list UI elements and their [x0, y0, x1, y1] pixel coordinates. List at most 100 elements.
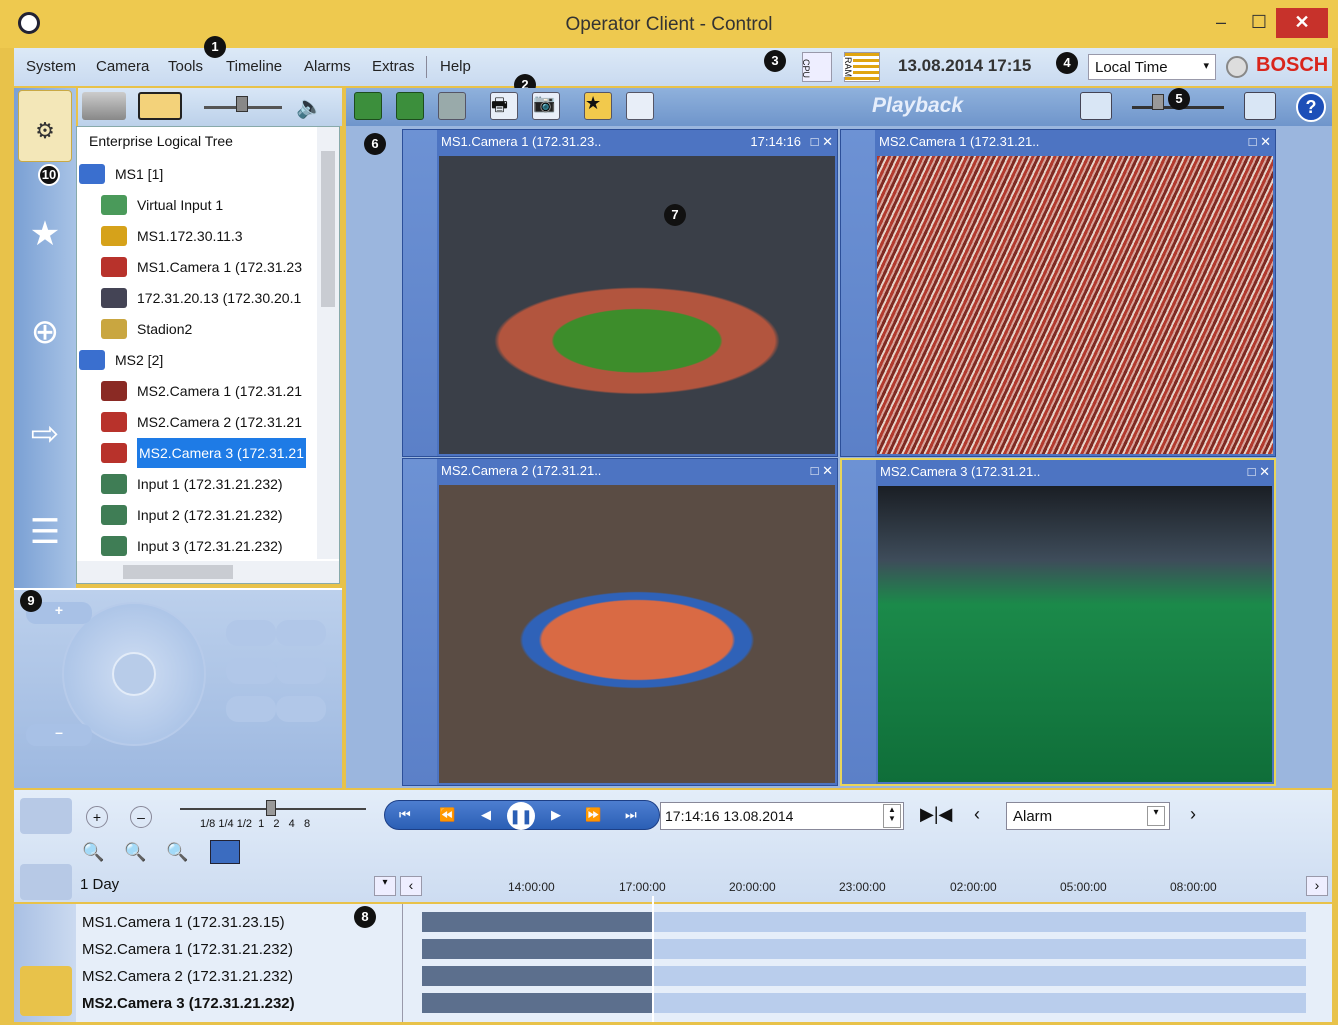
aux-button[interactable] — [276, 696, 326, 722]
favorites-tab[interactable]: ★ — [18, 198, 72, 270]
focus-near-button[interactable] — [276, 658, 326, 684]
minimize-pane-button[interactable] — [1080, 92, 1112, 120]
add-favorite-button[interactable]: ★ — [584, 92, 612, 120]
next-alarm-button[interactable]: › — [1190, 804, 1196, 825]
step-forward-button[interactable]: ⏩ — [585, 807, 601, 823]
image-pane-3[interactable]: MS2.Camera 2 (172.31.21.. □ ✕ — [402, 458, 838, 786]
add-pane-button[interactable] — [1244, 92, 1276, 120]
play-button[interactable]: ▶ — [551, 807, 561, 823]
iris-close-button[interactable] — [276, 620, 326, 646]
pause-button[interactable]: ❚❚ — [507, 802, 535, 830]
tree-item[interactable]: MS2.Camera 3 (172.31.21 — [77, 438, 317, 468]
close-icon[interactable]: □ ✕ — [811, 459, 833, 483]
menu-tools[interactable]: Tools — [168, 58, 203, 75]
image-pane-1[interactable]: MS1.Camera 1 (172.31.23.. 17:14:16 □ ✕ — [402, 129, 838, 457]
skip-to-end-button[interactable]: ⏭ — [625, 807, 637, 823]
film-export-button[interactable] — [626, 92, 654, 120]
database-icon — [101, 226, 127, 246]
search-filter-select[interactable]: Alarm ▾ — [1006, 802, 1170, 830]
image-button[interactable] — [438, 92, 466, 120]
zoom-in-timeline-button[interactable]: + — [86, 806, 108, 828]
image-pane-2[interactable]: MS2.Camera 1 (172.31.21.. □ ✕ — [840, 129, 1276, 457]
print-button[interactable]: 🖶 — [490, 92, 518, 120]
close-icon[interactable]: □ ✕ — [1249, 130, 1271, 154]
tree-item[interactable]: Input 1 (172.31.21.232) — [77, 469, 317, 499]
skip-to-start-button[interactable]: ⏮ — [399, 807, 411, 823]
menu-extras[interactable]: Extras — [372, 58, 415, 75]
zoom-fit-magnifier-icon[interactable]: 🔍 — [124, 842, 146, 863]
go-to-time-icon[interactable]: ▶|◀ — [920, 804, 952, 825]
menu-help[interactable]: Help — [440, 58, 471, 75]
menu-timeline[interactable]: Timeline — [226, 58, 282, 75]
chevron-down-icon[interactable]: ▾ — [1147, 806, 1165, 826]
datetime-input[interactable]: 17:14:16 13.08.2014 ▲ ▼ — [660, 802, 904, 830]
resize-arrow-button[interactable] — [396, 92, 424, 120]
tree-item[interactable]: MS1.172.30.11.3 — [77, 221, 317, 251]
tree-item[interactable]: MS2.Camera 1 (172.31.21 — [77, 376, 317, 406]
select-arrow-button[interactable] — [354, 92, 382, 120]
live-camera-button[interactable] — [82, 92, 126, 120]
tree-item[interactable]: Stadion2 — [77, 314, 317, 344]
close-icon[interactable]: □ ✕ — [811, 130, 833, 154]
tree-item[interactable]: Virtual Input 1 — [77, 190, 317, 220]
tree-item[interactable]: MS1 [1] — [77, 159, 317, 189]
close-icon[interactable]: □ ✕ — [1248, 460, 1270, 484]
tree-item[interactable]: MS1.Camera 1 (172.31.23 — [77, 252, 317, 282]
tree-scroll-thumb[interactable] — [321, 151, 335, 307]
range-dropdown[interactable]: ▾ — [374, 876, 396, 896]
image-pane-4[interactable]: MS2.Camera 3 (172.31.21.. □ ✕ — [840, 458, 1276, 786]
snapshot-button[interactable]: 📷 — [532, 92, 560, 120]
ptz-tab[interactable]: ⊕ — [18, 296, 72, 368]
help-icon[interactable]: ? — [1296, 92, 1326, 122]
zoom-in-magnifier-icon[interactable]: 🔍 — [82, 842, 104, 863]
playhead[interactable] — [652, 896, 654, 1022]
tree-item[interactable]: Input 2 (172.31.21.232) — [77, 500, 317, 530]
tree-item[interactable]: MS2.Camera 2 (172.31.21 — [77, 407, 317, 437]
tree-item-label: Virtual Input 1 — [137, 197, 224, 213]
iris-open-button[interactable] — [226, 620, 276, 646]
search-nav-button[interactable] — [20, 864, 72, 900]
spinner-icon[interactable]: ▲ ▼ — [883, 804, 901, 828]
timeline-nav-button[interactable] — [20, 798, 72, 834]
ptz-center-button[interactable] — [112, 652, 156, 696]
menu-camera[interactable]: Camera — [96, 58, 149, 75]
tree-root-label[interactable]: Enterprise Logical Tree — [89, 133, 233, 149]
export-video-button[interactable] — [210, 840, 240, 864]
focus-far-button[interactable] — [226, 658, 276, 684]
tree-item[interactable]: 172.31.20.13 (172.30.20.1 — [77, 283, 317, 313]
pane-side-toolbar — [841, 130, 875, 456]
tree-horizontal-scrollbar[interactable] — [77, 561, 339, 583]
tree-item[interactable]: MS2 [2] — [77, 345, 317, 375]
step-back-button[interactable]: ⏪ — [439, 807, 455, 823]
zoom-out-button[interactable]: – — [26, 724, 92, 746]
previous-alarm-button[interactable]: ‹ — [974, 804, 980, 825]
pane-title: MS2.Camera 3 (172.31.21.. — [880, 464, 1041, 479]
server-icon — [79, 164, 105, 184]
layout-slider-handle[interactable] — [1152, 94, 1164, 110]
tree-hscroll-thumb[interactable] — [123, 565, 233, 579]
pane-header: MS2.Camera 2 (172.31.21.. □ ✕ — [439, 459, 837, 485]
scroll-right-button[interactable]: › — [1306, 876, 1328, 896]
star-add-icon: ★ — [585, 93, 602, 113]
bookmarks-tab[interactable]: ☰ — [18, 496, 72, 568]
speaker-icon[interactable]: 🔈 — [296, 94, 323, 120]
close-button[interactable]: ✕ — [1276, 8, 1328, 38]
logical-tree-tab[interactable]: ⚙ — [18, 90, 72, 162]
menu-system[interactable]: System — [26, 58, 76, 75]
timeline-tab[interactable] — [20, 966, 72, 1016]
preset-button[interactable] — [226, 696, 276, 722]
zoom-out-timeline-button[interactable]: – — [130, 806, 152, 828]
tree-item[interactable]: Input 3 (172.31.21.232) — [77, 531, 317, 561]
volume-slider-handle[interactable] — [236, 96, 248, 112]
tree-vertical-scrollbar[interactable] — [317, 127, 339, 559]
zoom-out-magnifier-icon[interactable]: 🔍 — [166, 842, 188, 863]
playback-film-button[interactable] — [138, 92, 182, 120]
speed-slider-handle[interactable] — [266, 800, 276, 816]
timeline-tracks: MS1.Camera 1 (172.31.23.15) MS2.Camera 1… — [76, 896, 1332, 1022]
play-reverse-button[interactable]: ◀ — [481, 807, 491, 823]
scroll-left-button[interactable]: ‹ — [400, 876, 422, 896]
menu-alarms[interactable]: Alarms — [304, 58, 351, 75]
timezone-select[interactable]: Local Time ▾ — [1088, 54, 1216, 80]
playback-controls: + – 1/8 1/4 1/2 1 2 4 8 ⏮ ⏪ ◀ ❚❚ ▶ ⏩ ⏭ 1… — [14, 790, 1332, 902]
export-tab[interactable]: ⇨ — [18, 398, 72, 470]
